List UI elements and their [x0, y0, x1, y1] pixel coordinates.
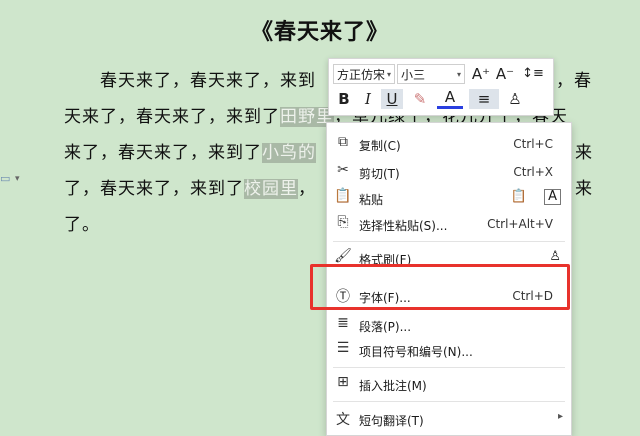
menu-item-label: 插入批注(M)	[359, 379, 427, 393]
text-run: 了。	[64, 215, 100, 235]
paste-icon: 📋	[334, 188, 352, 204]
menu-item-cut[interactable]: ✂ 剪切(T) Ctrl+X	[327, 159, 571, 185]
shortcut: Ctrl+C	[513, 137, 553, 151]
font-size-select[interactable]: 小三 ▾	[397, 64, 465, 84]
annotation-highlight-box	[310, 264, 570, 310]
text-run: 来了，春天来了，来到了	[64, 143, 262, 163]
doc-line-4-tail: 来	[575, 179, 593, 199]
doc-line-3-tail: 来	[575, 143, 593, 163]
format-brush-icon: 🖌	[334, 248, 352, 264]
margin-doc-icon[interactable]: ▭	[0, 172, 10, 185]
insert-comment-icon: ⊞	[337, 374, 349, 390]
chevron-down-icon[interactable]: ▾	[15, 174, 20, 184]
shrink-font-button[interactable]: A⁻	[495, 64, 515, 84]
chevron-down-icon: ▾	[456, 70, 461, 79]
menu-item-paragraph[interactable]: ≣ 段落(P)...	[327, 312, 571, 338]
menu-item-paste-special[interactable]: ⎘ 选择性粘贴(S)... Ctrl+Alt+V	[327, 211, 571, 237]
text-run: 天来了，春天来了，来到了	[64, 107, 280, 127]
format-brush-lock-icon[interactable]: ♙	[549, 249, 561, 264]
menu-separator	[333, 401, 565, 402]
menu-item-label: 剪切(T)	[359, 167, 400, 181]
text-run: 了，春天来了，来到了	[64, 179, 244, 199]
menu-item-label: 项目符号和编号(N)...	[359, 345, 473, 359]
menu-item-copy[interactable]: ⧉ 复制(C) Ctrl+C	[327, 131, 571, 157]
menu-item-label: 段落(P)...	[359, 320, 412, 334]
paste-special-icon: ⎘	[337, 214, 349, 230]
menu-item-label: 粘贴	[359, 193, 384, 207]
document-title: 《春天来了》	[250, 19, 389, 45]
paragraph-icon: ≣	[337, 315, 349, 331]
menu-item-translate[interactable]: 文 短句翻译(T) ▸	[327, 406, 571, 432]
chevron-down-icon: ▾	[386, 70, 391, 79]
highlighted-text: 小鸟的	[262, 143, 316, 163]
doc-line-1-tail: ，春	[556, 71, 592, 91]
shortcut: Ctrl+X	[513, 165, 553, 179]
bold-button[interactable]: B	[333, 89, 355, 109]
line-spacing-button[interactable]: ↕≡	[519, 64, 547, 84]
menu-item-label: 选择性粘贴(S)...	[359, 219, 448, 233]
menu-item-bullets[interactable]: ☰ 项目符号和编号(N)...	[327, 337, 571, 363]
doc-line-3: 来了，春天来了，来到了小鸟的	[64, 138, 316, 163]
bullets-icon: ☰	[336, 340, 350, 356]
italic-button[interactable]: I	[357, 89, 379, 109]
grow-font-button[interactable]: A⁺	[471, 64, 491, 84]
highlighted-text: 校园里	[244, 179, 298, 199]
copy-icon: ⧉	[338, 134, 348, 150]
text-run: 春天来了，春天来了，来到	[64, 71, 316, 91]
mini-toolbar: 方正仿宋 ▾ 小三 ▾ A⁺ A⁻ ↕≡ B I U ✎ A ≡ ♙	[328, 58, 554, 116]
menu-item-paste[interactable]: 📋 粘贴 📋 A	[327, 185, 571, 211]
highlight-button[interactable]: ✎	[407, 89, 433, 109]
underline-button[interactable]: U	[381, 89, 403, 109]
font-color-button[interactable]: A	[437, 89, 463, 109]
shortcut: Ctrl+Alt+V	[487, 217, 553, 231]
doc-line-1: 春天来了，春天来了，来到	[64, 66, 316, 91]
format-painter-button[interactable]: ♙	[503, 89, 527, 109]
submenu-arrow-icon: ▸	[557, 411, 563, 422]
font-name-select[interactable]: 方正仿宋 ▾	[333, 64, 395, 84]
doc-line-4: 了，春天来了，来到了校园里，	[64, 174, 316, 199]
align-button[interactable]: ≡	[469, 89, 499, 109]
menu-item-insert-comment[interactable]: ⊞ 插入批注(M)	[327, 371, 571, 397]
doc-line-5: 了。	[64, 210, 100, 235]
menu-separator	[333, 241, 565, 242]
menu-separator	[333, 367, 565, 368]
translate-icon: 文	[336, 412, 350, 428]
menu-item-label: 复制(C)	[359, 139, 401, 153]
menu-item-label: 短句翻译(T)	[359, 414, 424, 428]
font-size-value: 小三	[401, 68, 426, 82]
paste-text-only-icon[interactable]: A	[544, 189, 561, 205]
text-run: ，	[298, 179, 316, 199]
font-name-value: 方正仿宋	[337, 68, 386, 82]
paste-keep-format-icon[interactable]: 📋	[511, 189, 527, 204]
cut-icon: ✂	[337, 162, 349, 178]
